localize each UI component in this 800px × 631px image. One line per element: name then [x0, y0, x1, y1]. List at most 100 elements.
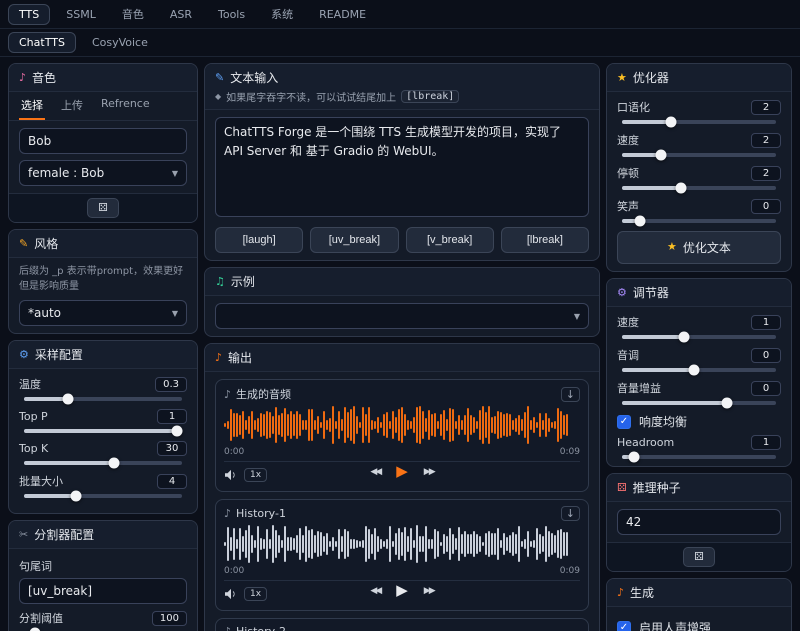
examples-panel-title: 示例	[231, 273, 255, 290]
slider-label: Headroom	[617, 436, 674, 449]
slider-value[interactable]: 2	[751, 100, 781, 115]
voice-tab-select[interactable]: 选择	[19, 92, 45, 120]
loudness-normalize-checkbox[interactable]: 响度均衡	[617, 413, 781, 430]
skip-back-icon[interactable]: ◀◀	[370, 586, 380, 596]
nav-tab-asr[interactable]: ASR	[160, 5, 202, 24]
random-seed-button[interactable]: ⚄	[683, 547, 715, 567]
output-panel: ♪ 输出 ♪ 生成的音频 ↓	[204, 343, 600, 631]
slider-handle[interactable]	[109, 458, 120, 469]
slider-value[interactable]: 1	[751, 435, 781, 450]
play-button[interactable]: ▶	[396, 464, 408, 479]
batch-size-slider[interactable]: 批量大小 4	[19, 473, 187, 498]
seed-input[interactable]	[617, 509, 781, 535]
volume-gain-slider[interactable]: 音量增益 0	[617, 380, 781, 405]
slider-value[interactable]: 0.3	[155, 377, 187, 392]
generate-icon: ♪	[617, 587, 624, 598]
skip-back-icon[interactable]: ◀◀	[370, 467, 380, 477]
top-k-slider[interactable]: Top K 30	[19, 441, 187, 465]
slider-value[interactable]: 1	[751, 315, 781, 330]
slider-handle[interactable]	[689, 365, 700, 376]
slider-handle[interactable]	[63, 394, 74, 405]
checkbox-box[interactable]	[617, 415, 631, 429]
slider-handle[interactable]	[721, 398, 732, 409]
speed-slider[interactable]: 速度 1	[617, 314, 781, 339]
slider-value[interactable]: 100	[152, 611, 187, 626]
nav-tab-voice[interactable]: 音色	[112, 3, 154, 25]
voice-tab-upload[interactable]: 上传	[59, 92, 85, 120]
text-panel-title: 文本输入	[230, 69, 278, 86]
refiner-panel: ★ 优化器 口语化 2 速度 2	[606, 63, 792, 272]
optimize-text-button[interactable]: ★ 优化文本	[617, 231, 781, 264]
insert-uv-break-button[interactable]: [uv_break]	[310, 227, 398, 253]
slider-label: Top K	[19, 442, 48, 455]
slider-label: 口语化	[617, 99, 650, 115]
refine-speed-slider[interactable]: 速度 2	[617, 132, 781, 157]
volume-icon[interactable]	[224, 469, 238, 481]
slider-label: 音量增益	[617, 380, 661, 396]
model-tab-cosyvoice[interactable]: CosyVoice	[82, 33, 158, 52]
slider-value[interactable]: 2	[751, 166, 781, 181]
headroom-slider[interactable]: Headroom 1	[617, 435, 781, 459]
oral-slider[interactable]: 口语化 2	[617, 99, 781, 124]
pitch-slider[interactable]: 音调 0	[617, 347, 781, 372]
slider-handle[interactable]	[675, 183, 686, 194]
voice-dropdown[interactable]: female : Bob ▼	[19, 160, 187, 186]
slider-value[interactable]: 0	[751, 348, 781, 363]
history1-audio-label: History-1	[236, 507, 286, 520]
break-slider[interactable]: 停顿 2	[617, 165, 781, 190]
slider-handle[interactable]	[635, 216, 646, 227]
download-icon[interactable]: ↓	[561, 387, 580, 402]
enable-enhance-checkbox[interactable]: 启用人声增强	[617, 619, 781, 631]
slider-label: 笑声	[617, 198, 639, 214]
history1-waveform[interactable]	[224, 524, 580, 564]
nav-tab-tools[interactable]: Tools	[208, 5, 255, 24]
insert-laugh-button[interactable]: [laugh]	[215, 227, 303, 253]
checkbox-box[interactable]	[617, 621, 631, 631]
slider-handle[interactable]	[172, 426, 183, 437]
tts-text-area[interactable]: ChatTTS Forge 是一个围绕 TTS 生成模型开发的项目，实现了 AP…	[215, 117, 589, 217]
eos-label: 句尾词	[19, 558, 187, 574]
volume-icon[interactable]	[224, 588, 238, 600]
adjuster-icon: ⚙	[617, 287, 627, 298]
slider-value[interactable]: 2	[751, 133, 781, 148]
insert-v-break-button[interactable]: [v_break]	[406, 227, 494, 253]
laugh-slider[interactable]: 笑声 0	[617, 198, 781, 223]
playback-speed-button[interactable]: 1x	[244, 587, 267, 601]
slider-value[interactable]: 30	[157, 441, 187, 456]
eos-input[interactable]	[19, 578, 187, 604]
slider-handle[interactable]	[655, 150, 666, 161]
voice-tab-reference[interactable]: Refrence	[99, 92, 152, 120]
slider-value[interactable]: 1	[157, 409, 187, 424]
top-p-slider[interactable]: Top P 1	[19, 409, 187, 433]
temperature-slider[interactable]: 温度 0.3	[19, 376, 187, 401]
style-dropdown[interactable]: *auto ▼	[19, 300, 187, 326]
playback-speed-button[interactable]: 1x	[244, 468, 267, 482]
slider-value[interactable]: 0	[751, 199, 781, 214]
generated-waveform[interactable]	[224, 405, 580, 445]
skip-forward-icon[interactable]: ▶▶	[424, 467, 434, 477]
slider-handle[interactable]	[71, 491, 82, 502]
slider-handle[interactable]	[666, 117, 677, 128]
slider-value[interactable]: 4	[157, 474, 187, 489]
voice-name-input[interactable]	[19, 128, 187, 154]
output-panel-title: 输出	[228, 349, 252, 366]
sampling-panel-title: 采样配置	[35, 346, 83, 363]
nav-tab-system[interactable]: 系统	[261, 3, 303, 25]
slider-handle[interactable]	[678, 332, 689, 343]
skip-forward-icon[interactable]: ▶▶	[424, 586, 434, 596]
examples-dropdown[interactable]: ▼	[215, 303, 589, 329]
nav-tab-tts[interactable]: TTS	[8, 4, 50, 25]
seed-panel-title: 推理种子	[633, 479, 681, 496]
nav-tab-ssml[interactable]: SSML	[56, 5, 106, 24]
download-icon[interactable]: ↓	[561, 506, 580, 521]
slider-value[interactable]: 0	[751, 381, 781, 396]
play-button[interactable]: ▶	[396, 583, 408, 598]
insert-lbreak-button[interactable]: [lbreak]	[501, 227, 589, 253]
slider-handle[interactable]	[629, 452, 640, 463]
nav-tab-readme[interactable]: README	[309, 5, 376, 24]
random-voice-button[interactable]: ⚄	[87, 198, 119, 218]
model-tab-chattts[interactable]: ChatTTS	[8, 32, 76, 53]
examples-icon: ♫	[215, 276, 225, 287]
split-threshold-slider[interactable]: 分割阈值 100	[19, 610, 187, 631]
optimize-text-label: 优化文本	[683, 239, 731, 256]
